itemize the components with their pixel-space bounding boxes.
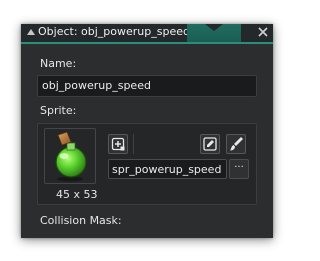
close-icon[interactable] [257,26,269,38]
paint-brush-icon [230,137,243,151]
name-label: Name: [40,57,77,70]
sprite-thumbnail[interactable] [44,128,96,184]
edit-sprite-button[interactable] [200,134,220,154]
sprite-name-field[interactable]: spr_powerup_speed [108,159,227,179]
edit-sprite-icon [203,137,217,151]
open-sprite-editor-button[interactable] [226,134,246,154]
new-sprite-icon [111,137,125,151]
sprite-label: Sprite: [40,104,77,117]
sprite-dimensions: 45 x 53 [56,188,98,201]
collapse-arrow-icon[interactable] [27,29,35,35]
window-titlebar[interactable]: Object: obj_powerup_speed [21,24,273,44]
browse-sprite-button[interactable]: ··· [229,159,249,179]
green-potion-icon [55,131,87,182]
window-title: Object: obj_powerup_speed [38,25,190,38]
object-name-field[interactable]: obj_powerup_speed [37,75,257,97]
collision-mask-label: Collision Mask: [40,214,122,227]
title-accent-notch [205,24,223,31]
object-window: Object: obj_powerup_speed Name: obj_powe… [21,24,273,238]
new-sprite-button[interactable] [108,134,128,154]
sprite-panel: 45 x 53 spr_powerup_speed ··· [37,123,257,205]
toolbar-divider [133,134,134,154]
